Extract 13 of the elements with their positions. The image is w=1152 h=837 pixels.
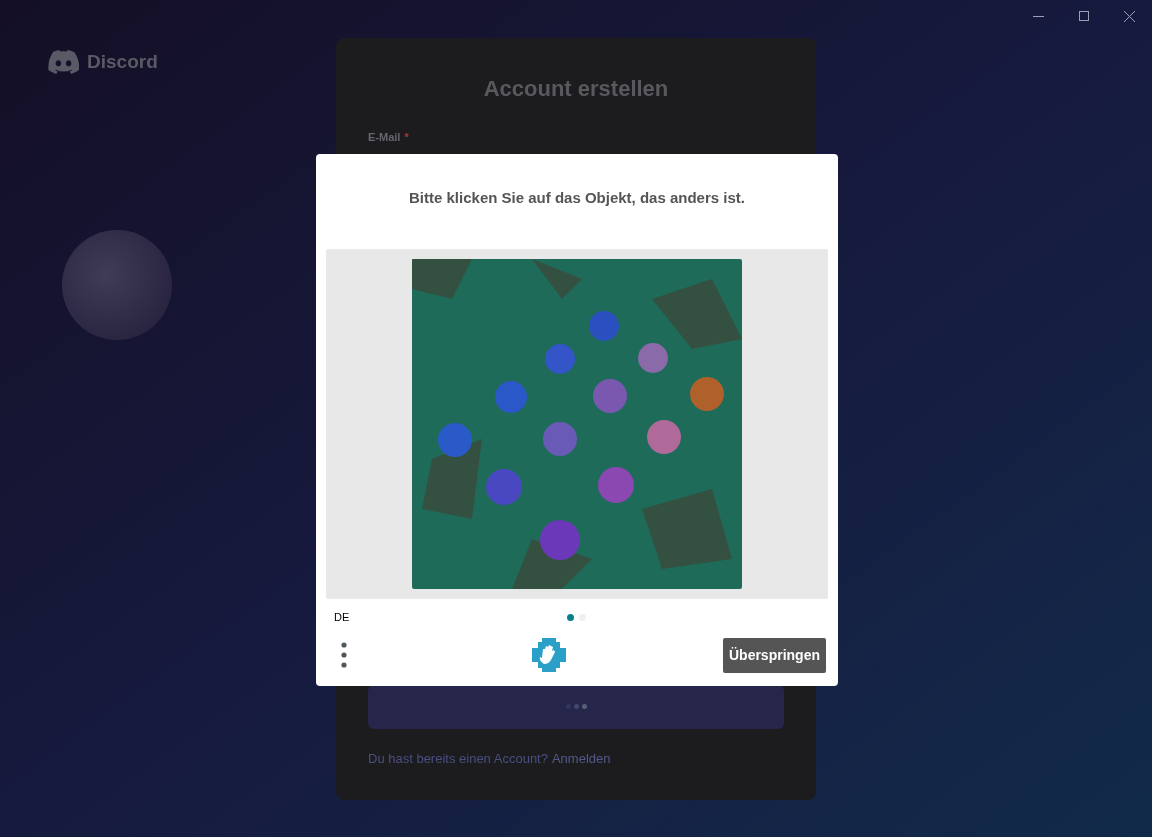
- field-label: E-Mail: [368, 130, 401, 145]
- more-options-icon[interactable]: [341, 642, 347, 669]
- login-prompt: Du hast bereits einen Account?: [368, 749, 548, 768]
- close-icon[interactable]: [1124, 11, 1135, 22]
- logo-icon: [48, 50, 79, 75]
- brand-name: Discord: [87, 50, 158, 74]
- captcha-prompt: Bitte klicken Sie auf das Objekt, das anders ist.: [408, 188, 746, 208]
- skip-button[interactable]: Überspringen: [722, 637, 826, 673]
- hand-logo-icon: [532, 638, 566, 673]
- form-title: Account erstellen: [482, 75, 670, 103]
- required-mark: *: [404, 130, 409, 145]
- submit-button[interactable]: [368, 684, 784, 729]
- language-selector[interactable]: DE: [334, 609, 350, 626]
